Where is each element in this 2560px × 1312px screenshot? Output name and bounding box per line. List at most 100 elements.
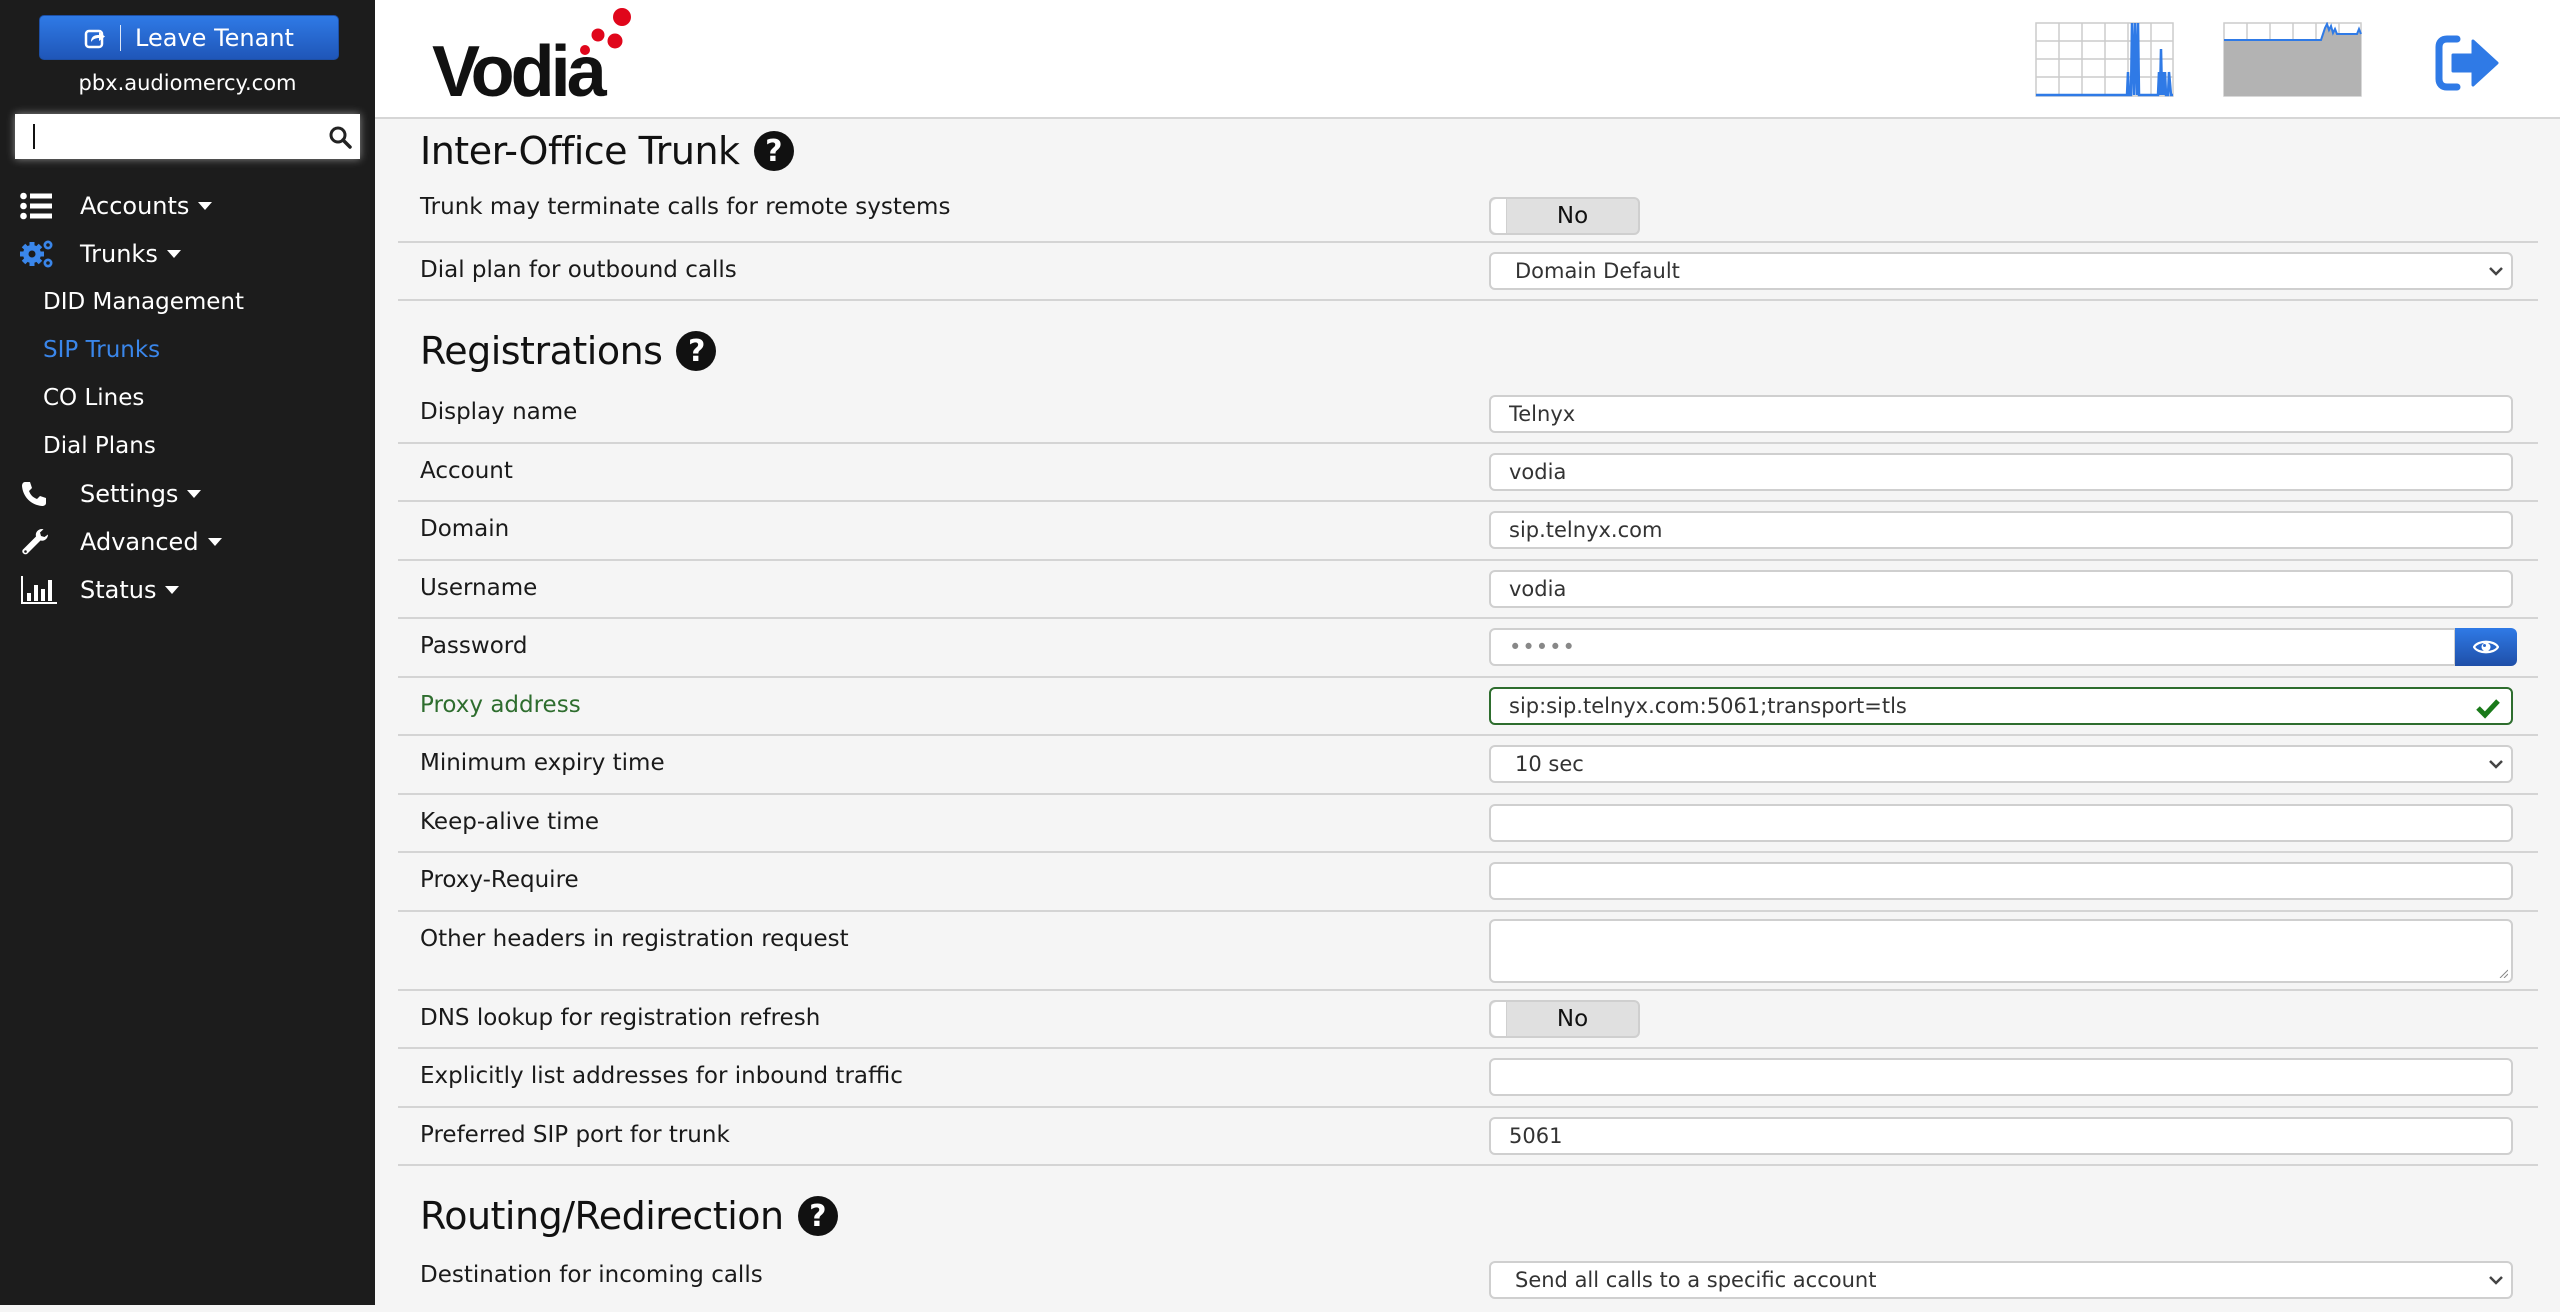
dns-lookup-toggle[interactable]: No	[1489, 1000, 1640, 1038]
terminate-remote-toggle[interactable]: No	[1489, 197, 1640, 235]
sidebar-nav: Accounts Trunks DID Management SIP Trunk…	[0, 182, 375, 614]
other-headers-textarea[interactable]	[1509, 927, 2511, 977]
preferred-port-input[interactable]	[1509, 1124, 2511, 1148]
logout-icon[interactable]	[2435, 35, 2503, 91]
help-icon[interactable]: ?	[676, 331, 717, 371]
sidebar-item-settings[interactable]: Settings	[0, 470, 375, 518]
load-sparkline-chart[interactable]	[2223, 22, 2373, 98]
row-preferred-port: Preferred SIP port for trunk	[398, 1108, 2538, 1166]
vodia-logo[interactable]: Vodia	[432, 4, 632, 112]
search-input[interactable]	[15, 114, 320, 159]
sidebar-item-dial-plans[interactable]: Dial Plans	[0, 422, 375, 470]
caret-down-icon	[166, 250, 181, 258]
chevron-down-icon	[2489, 1276, 2503, 1285]
preferred-port-field[interactable]	[1489, 1117, 2513, 1155]
username-input[interactable]	[1509, 577, 2511, 601]
phone-icon	[20, 480, 58, 508]
text-cursor	[33, 124, 35, 149]
resize-handle-icon[interactable]	[2499, 969, 2508, 978]
sidebar-item-accounts[interactable]: Accounts	[0, 182, 375, 230]
calls-sparkline-chart[interactable]	[2035, 22, 2185, 98]
sidebar-item-label: Trunks	[80, 240, 158, 268]
display-name-field[interactable]	[1489, 395, 2513, 433]
row-explicit-addresses: Explicitly list addresses for inbound tr…	[398, 1049, 2538, 1108]
sidebar-item-co-lines[interactable]: CO Lines	[0, 374, 375, 422]
help-icon[interactable]: ?	[753, 131, 794, 171]
help-icon[interactable]: ?	[797, 1196, 838, 1236]
username-field[interactable]	[1489, 570, 2513, 608]
caret-down-icon	[207, 538, 222, 546]
section-title-text: Registrations	[420, 329, 663, 373]
row-other-headers: Other headers in registration request	[398, 912, 2538, 991]
select-value: Send all calls to a specific account	[1515, 1268, 1877, 1292]
sidebar-item-did-management[interactable]: DID Management	[0, 278, 375, 326]
row-dial-plan: Dial plan for outbound calls Domain Defa…	[398, 243, 2538, 301]
sidebar-item-sip-trunks[interactable]: SIP Trunks	[0, 326, 375, 374]
field-label: Destination for incoming calls	[420, 1262, 763, 1288]
row-proxy-require: Proxy-Require	[398, 853, 2538, 912]
caret-down-icon	[198, 202, 213, 210]
row-keep-alive: Keep-alive time	[398, 795, 2538, 853]
field-label: Dial plan for outbound calls	[420, 257, 737, 283]
toggle-knob	[1491, 199, 1507, 233]
sidebar-item-label: Advanced	[80, 528, 199, 556]
sidebar-item-label: Status	[80, 576, 157, 604]
field-label: DNS lookup for registration refresh	[420, 1005, 821, 1031]
caret-down-icon	[165, 586, 180, 594]
sidebar-item-advanced[interactable]: Advanced	[0, 518, 375, 566]
other-headers-field[interactable]	[1489, 919, 2513, 983]
eye-icon	[2473, 640, 2499, 654]
gears-icon	[20, 238, 58, 270]
field-label: Preferred SIP port for trunk	[420, 1122, 730, 1148]
dial-plan-select[interactable]: Domain Default	[1489, 252, 2513, 290]
toggle-knob	[1491, 1002, 1507, 1036]
account-input[interactable]	[1509, 460, 2511, 484]
logo-text: Vodia	[432, 32, 608, 104]
proxy-address-input[interactable]	[1509, 694, 2511, 718]
select-value: Domain Default	[1515, 259, 1680, 283]
explicit-addresses-input[interactable]	[1509, 1065, 2511, 1089]
row-dns-lookup: DNS lookup for registration refresh No	[398, 991, 2538, 1049]
domain-field[interactable]	[1489, 511, 2513, 549]
field-label: Password	[420, 633, 528, 659]
leave-tenant-label: Leave Tenant	[135, 23, 294, 52]
incoming-destination-select[interactable]: Send all calls to a specific account	[1489, 1261, 2513, 1299]
row-username: Username	[398, 561, 2538, 619]
account-field[interactable]	[1489, 453, 2513, 491]
proxy-require-field[interactable]	[1489, 862, 2513, 900]
password-masked-value: •••••	[1509, 635, 1576, 659]
separator	[120, 24, 122, 51]
password-field[interactable]: •••••	[1489, 628, 2456, 666]
row-display-name: Display name	[398, 385, 2538, 444]
field-label: Minimum expiry time	[420, 750, 665, 776]
keep-alive-field[interactable]	[1489, 804, 2513, 842]
domain-input[interactable]	[1509, 518, 2511, 542]
field-label: Trunk may terminate calls for remote sys…	[420, 194, 951, 220]
field-label: Username	[420, 575, 538, 601]
min-expiry-select[interactable]: 10 sec	[1489, 745, 2513, 783]
search-box	[15, 114, 360, 159]
share-icon	[84, 29, 106, 48]
keep-alive-input[interactable]	[1509, 811, 2511, 835]
search-icon[interactable]	[320, 117, 360, 157]
proxy-address-field[interactable]	[1489, 687, 2513, 725]
sidebar-subitem-label: Dial Plans	[43, 433, 156, 459]
field-label: Account	[420, 458, 513, 484]
row-min-expiry: Minimum expiry time 10 sec	[398, 736, 2538, 795]
list-icon	[20, 192, 58, 220]
explicit-addresses-field[interactable]	[1489, 1058, 2513, 1096]
row-account: Account	[398, 444, 2538, 502]
sidebar-item-trunks[interactable]: Trunks	[0, 230, 375, 278]
sidebar-item-status[interactable]: Status	[0, 566, 375, 614]
leave-tenant-button[interactable]: Leave Tenant	[39, 15, 339, 60]
top-header: Vodia	[375, 0, 2560, 119]
field-label: Explicitly list addresses for inbound tr…	[420, 1063, 903, 1089]
section-title-inter-office: Inter-Office Trunk ?	[420, 129, 794, 173]
field-label: Keep-alive time	[420, 809, 600, 835]
show-password-button[interactable]	[2455, 628, 2517, 666]
display-name-input[interactable]	[1509, 402, 2511, 426]
sidebar-item-label: Accounts	[80, 192, 190, 220]
sidebar: Leave Tenant pbx.audiomercy.com Accounts	[0, 0, 375, 1305]
proxy-require-input[interactable]	[1509, 869, 2511, 893]
caret-down-icon	[187, 490, 202, 498]
